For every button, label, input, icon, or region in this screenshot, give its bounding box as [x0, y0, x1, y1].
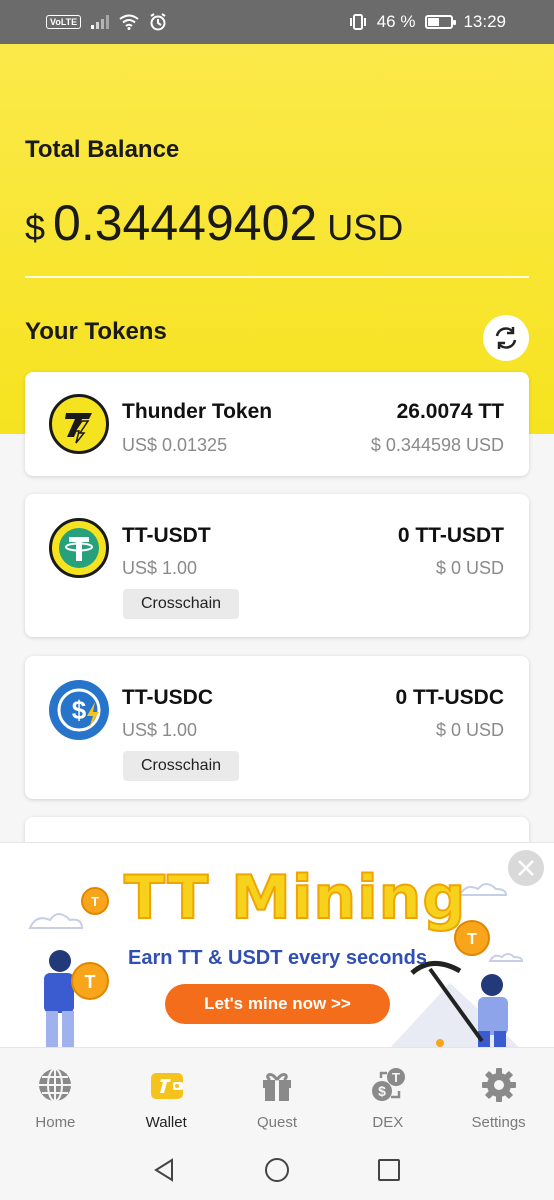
thunder-token-icon: [49, 394, 109, 454]
token-price: US$ 0.01325: [122, 435, 228, 455]
home-icon[interactable]: [263, 1156, 291, 1184]
token-card-tt-usdc[interactable]: $ TT-USDC US$ 1.00 0 TT-USDC $ 0 USD Cro…: [25, 656, 529, 799]
token-name: TT-USDT: [122, 524, 211, 547]
wallet-icon: [151, 1073, 184, 1099]
banner-title: TT Mining: [123, 862, 467, 934]
battery-icon: [425, 15, 457, 29]
clock: 13:29: [463, 12, 506, 31]
nav-home[interactable]: Home: [0, 1048, 111, 1140]
nav-dex[interactable]: $ T DEX: [332, 1048, 443, 1140]
nav-label: Home: [35, 1114, 76, 1131]
signal-icon: [91, 15, 110, 29]
token-name: Thunder Token: [122, 400, 273, 423]
svg-text:T: T: [392, 1070, 400, 1085]
recents-icon[interactable]: [376, 1157, 402, 1183]
token-amount: 0 TT-USDC: [395, 686, 504, 709]
svg-text:T: T: [467, 931, 477, 948]
svg-text:T: T: [91, 894, 99, 909]
nav-label: Quest: [256, 1114, 297, 1131]
svg-text:$: $: [72, 695, 87, 725]
token-amount: 26.0074 TT: [396, 400, 504, 423]
wifi-icon: [119, 14, 139, 30]
volte-badge: VoLTE: [46, 15, 82, 29]
nav-label: Wallet: [145, 1114, 187, 1131]
token-card-tt-usdt[interactable]: TT-USDT US$ 1.00 0 TT-USDT $ 0 USD Cross…: [25, 494, 529, 637]
balance-currency: USD: [327, 207, 404, 248]
gift-icon: [262, 1073, 291, 1101]
usdc-icon: $: [49, 680, 109, 740]
nav-label: DEX: [372, 1114, 404, 1131]
balance-value: 0.34449402: [53, 195, 318, 251]
token-name: TT-USDC: [122, 686, 213, 709]
svg-text:T: T: [85, 972, 96, 992]
alarm-icon: [150, 13, 166, 31]
banner-close-button[interactable]: [508, 850, 544, 886]
token-usd-value: $ 0 USD: [435, 720, 504, 740]
token-card-thunder-token[interactable]: Thunder Token US$ 0.01325 26.0074 TT $ 0…: [25, 372, 529, 476]
vibrate-icon: [349, 14, 366, 30]
balance-symbol: $: [25, 207, 46, 248]
divider: [25, 276, 529, 278]
token-amount: 0 TT-USDT: [397, 524, 504, 547]
total-balance-label: Total Balance: [25, 136, 180, 163]
back-icon[interactable]: [152, 1157, 178, 1183]
globe-icon: [39, 1068, 72, 1102]
crosschain-tag[interactable]: Crosschain: [123, 589, 240, 619]
swap-icon: $T: [371, 1068, 405, 1101]
refresh-button[interactable]: [483, 315, 529, 361]
crosschain-tag[interactable]: Crosschain: [123, 751, 240, 781]
bottom-nav: Home Wallet Quest $ T DEX Settings: [0, 1047, 554, 1140]
nav-settings[interactable]: Settings: [443, 1048, 554, 1140]
token-price: US$ 1.00: [122, 558, 198, 578]
battery-percent: 46 %: [376, 12, 416, 31]
mine-now-button[interactable]: Let's mine now >>: [165, 984, 390, 1024]
svg-text:$: $: [378, 1083, 386, 1099]
token-price: US$ 1.00: [122, 720, 198, 740]
nav-label: Settings: [471, 1114, 526, 1131]
refresh-icon: [495, 327, 517, 349]
gear-icon: [481, 1068, 516, 1102]
tether-icon: [49, 518, 109, 578]
your-tokens-label: Your Tokens: [25, 318, 167, 345]
close-icon: [518, 860, 534, 876]
nav-quest[interactable]: Quest: [222, 1048, 333, 1140]
banner-subtitle: Earn TT & USDT every seconds: [128, 947, 427, 969]
nav-wallet[interactable]: Wallet: [111, 1048, 222, 1140]
tt-mining-banner[interactable]: T T T TT Mining Earn TT & USDT every sec…: [0, 842, 554, 1047]
token-usd-value: $ 0 USD: [435, 558, 504, 578]
total-balance: $ 0.34449402 USD: [25, 194, 403, 252]
system-nav-bar: [0, 1140, 554, 1200]
token-usd-value: $ 0.344598 USD: [370, 435, 504, 455]
status-bar: VoLTE 46 % 13:29: [0, 0, 554, 44]
